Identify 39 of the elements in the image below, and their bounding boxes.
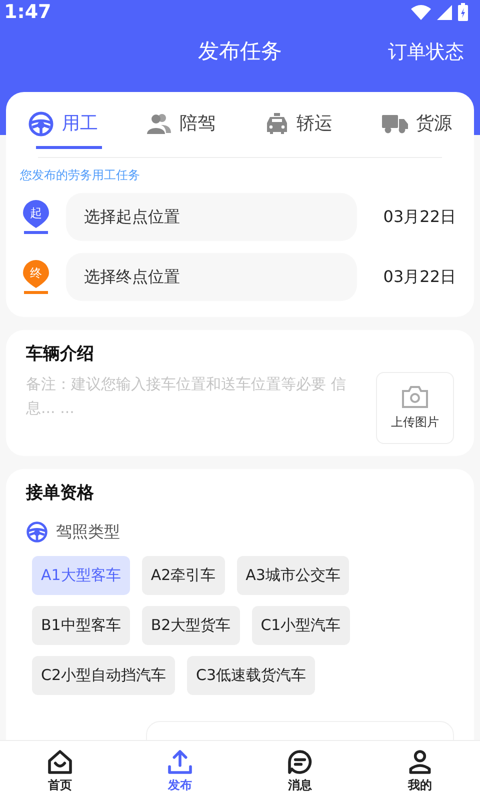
section-title: 车辆介绍 [26,343,94,366]
section-title: 接单资格 [26,482,94,504]
nav-tab[interactable]: 发布 [150,748,210,794]
upload-image-button[interactable]: 上传图片 [376,372,454,444]
location-field[interactable]: 选择终点位置 [66,253,357,301]
license-chip[interactable]: C2小型自动挡汽车 [32,656,176,695]
location-field[interactable]: 选择起点位置 [66,193,357,241]
message-icon [286,748,314,776]
steering-wheel-icon [28,110,54,136]
page-title: 发布任务 [198,38,282,66]
battery-icon [458,3,468,21]
signal-icon [437,4,452,20]
order-status-link[interactable]: 订单状态 [388,38,464,66]
license-type-label: 驾照类型 [56,521,120,543]
status-time: 1:47 [4,0,52,25]
car-icon [264,112,289,134]
task-hint: 您发布的劳务用工任务 [19,167,141,184]
category-tab[interactable]: 轿运 [264,110,333,149]
steering-wheel-icon [26,521,48,543]
nav-tab[interactable]: 我的 [390,748,450,794]
license-chip[interactable]: A3城市公交车 [236,556,350,595]
license-chip[interactable]: B1中型客车 [32,606,130,645]
truck-icon [382,114,408,134]
date-text: 03月22日 [383,206,456,228]
nav-tab[interactable]: 首页 [30,748,90,794]
wifi-icon [411,4,431,20]
license-chip[interactable]: A1大型客车 [32,556,130,595]
license-chip[interactable]: A2牵引车 [142,556,225,595]
license-chip[interactable]: B2大型货车 [142,606,240,645]
upload-icon [166,748,194,776]
date-text: 03月22日 [383,266,456,288]
camera-icon [401,384,429,408]
category-tab[interactable]: 陪驾 [147,110,216,149]
people-icon [147,112,172,134]
nav-tab[interactable]: 消息 [270,748,330,794]
category-tab[interactable]: 货源 [382,110,452,149]
license-chip[interactable]: C1小型汽车 [252,606,350,645]
license-chip[interactable]: C3低速载货汽车 [187,656,316,695]
home-icon [46,748,74,776]
